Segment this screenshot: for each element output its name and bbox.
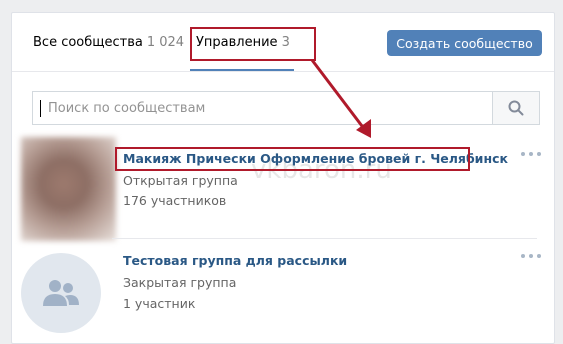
community-avatar[interactable] bbox=[21, 253, 101, 333]
list-item[interactable]: Тестовая группа для рассылки Закрытая гр… bbox=[12, 238, 554, 343]
search-box: Поиск по сообществам bbox=[32, 91, 540, 125]
tab-management-count: 3 bbox=[281, 35, 290, 50]
tabs-bar: Все сообщества 1 024 Управление 3 Создать … bbox=[12, 13, 554, 72]
create-community-button[interactable]: Создать сообщество bbox=[387, 30, 542, 56]
active-tab-indicator bbox=[190, 69, 294, 71]
communities-card: Все сообщества 1 024 Управление 3 Создать … bbox=[11, 12, 555, 344]
tab-all-label: Все сообщества bbox=[33, 35, 143, 50]
community-members: 176 участников bbox=[123, 193, 227, 208]
group-icon bbox=[43, 280, 79, 306]
search-button[interactable] bbox=[492, 92, 539, 124]
search-input[interactable]: Поиск по сообществам bbox=[48, 101, 205, 116]
text-caret bbox=[40, 100, 41, 117]
tab-management[interactable]: Управление 3 bbox=[196, 35, 290, 50]
community-type: Открытая группа bbox=[123, 173, 238, 188]
community-members: 1 участник bbox=[123, 296, 196, 311]
search-icon bbox=[508, 100, 524, 116]
more-actions-icon[interactable] bbox=[521, 253, 541, 259]
tab-all-communities[interactable]: Все сообщества 1 024 bbox=[33, 35, 184, 50]
page-top-strip bbox=[0, 0, 563, 12]
community-name-link[interactable]: Макияж Прически Оформление бровей г. Чел… bbox=[123, 151, 508, 166]
more-actions-icon[interactable] bbox=[521, 151, 541, 157]
list-item[interactable]: Макияж Прически Оформление бровей г. Чел… bbox=[12, 134, 554, 241]
community-name-link[interactable]: Тестовая группа для рассылки bbox=[123, 253, 347, 268]
community-avatar[interactable] bbox=[21, 137, 116, 241]
tab-management-label: Управление bbox=[196, 35, 278, 50]
community-type: Закрытая группа bbox=[123, 275, 237, 290]
tab-all-count: 1 024 bbox=[146, 35, 185, 50]
